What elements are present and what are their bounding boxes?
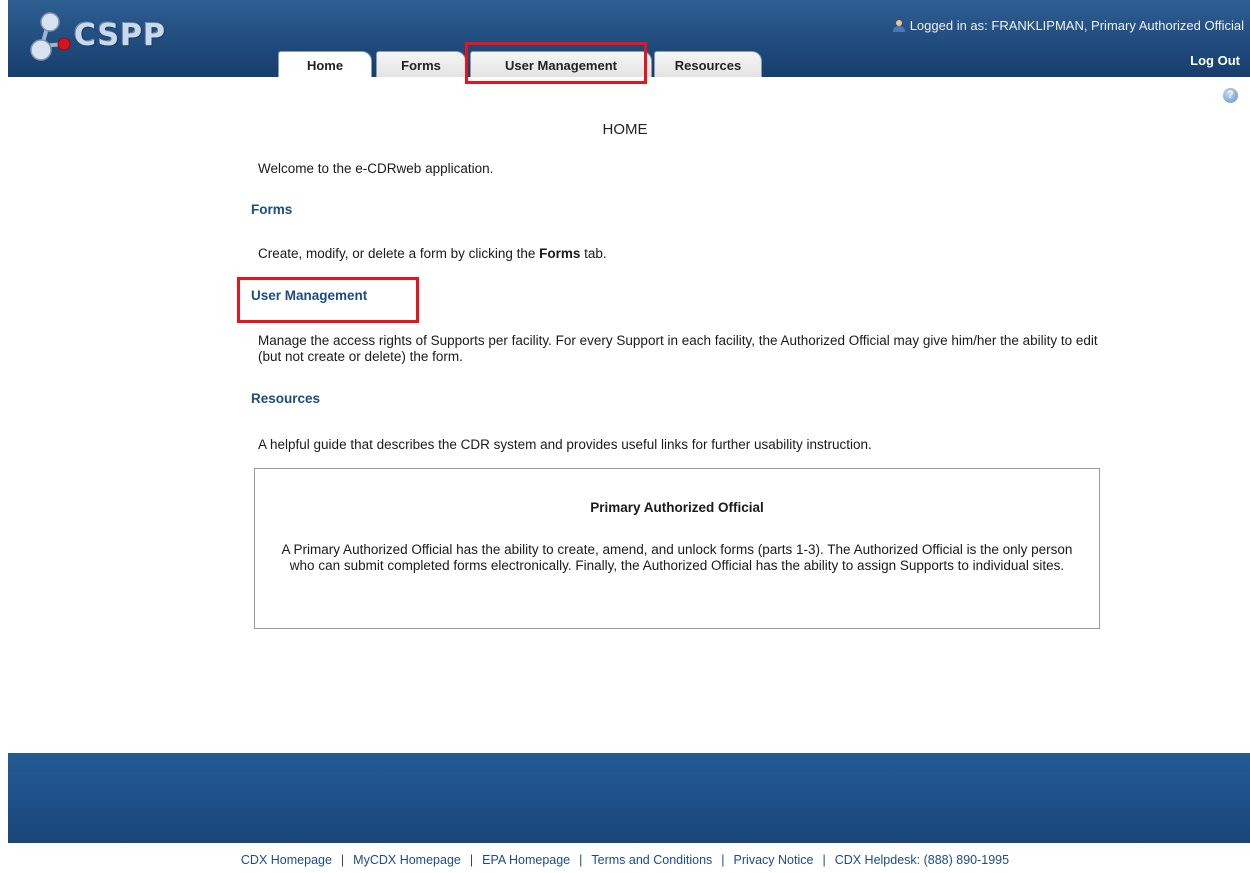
footer-separator: | — [822, 853, 826, 867]
page-title: HOME — [602, 121, 648, 138]
footer-link-privacy[interactable]: Privacy Notice — [734, 853, 814, 867]
resources-description: A helpful guide that describes the CDR s… — [258, 437, 872, 452]
footer-link-mycdx-homepage[interactable]: MyCDX Homepage — [353, 853, 461, 867]
logout-link[interactable]: Log Out — [1190, 53, 1240, 68]
forms-description-text: Create, modify, or delete a form by clic… — [258, 246, 540, 261]
login-info-text: Logged in as: FRANKLIPMAN, Primary Autho… — [909, 18, 1244, 33]
login-info: Logged in as: FRANKLIPMAN, Primary Autho… — [892, 18, 1244, 33]
header-bar: CSPP Logged in as: FRANKLIPMAN, Primary … — [8, 0, 1250, 77]
forms-description: Create, modify, or delete a form by clic… — [258, 246, 1108, 262]
forms-description-end: tab. — [580, 246, 607, 261]
logo-text: CSPP — [74, 18, 167, 53]
footer-links: CDX Homepage | MyCDX Homepage | EPA Homepage… — [0, 853, 1250, 867]
forms-description-bold: Forms — [539, 246, 581, 261]
role-info-text: A Primary Authorized Official has the ab… — [281, 542, 1073, 573]
forms-heading: Forms — [251, 202, 293, 217]
footer-separator: | — [579, 853, 583, 867]
footer-separator: | — [340, 853, 345, 867]
footer-band — [8, 753, 1250, 843]
help-icon[interactable]: ? — [1223, 88, 1238, 103]
footer-link-cdx-homepage[interactable]: CDX Homepage — [241, 853, 332, 867]
footer-separator: | — [469, 853, 474, 867]
tab-user-management[interactable]: User Management — [470, 51, 652, 77]
resources-heading: Resources — [251, 391, 321, 406]
role-info-box: Primary Authorized Official A Primary Au… — [254, 468, 1100, 629]
role-info-title: Primary Authorized Official — [590, 500, 764, 515]
user-management-description: Manage the access rights of Supports per… — [258, 333, 1098, 364]
welcome-text: Welcome to the e-CDRweb application. — [258, 161, 494, 176]
footer-separator: | — [721, 853, 725, 867]
tab-forms[interactable]: Forms — [376, 51, 466, 77]
main-tabs: Home Forms User Management Resources — [8, 51, 908, 77]
footer-link-epa-homepage[interactable]: EPA Homepage — [482, 853, 570, 867]
tab-resources[interactable]: Resources — [654, 51, 762, 77]
user-icon — [892, 19, 905, 32]
tab-home[interactable]: Home — [278, 51, 372, 77]
user-management-heading: User Management — [251, 288, 368, 303]
footer-link-terms[interactable]: Terms and Conditions — [591, 853, 712, 867]
footer-link-helpdesk[interactable]: CDX Helpdesk: (888) 890-1995 — [835, 853, 1009, 867]
